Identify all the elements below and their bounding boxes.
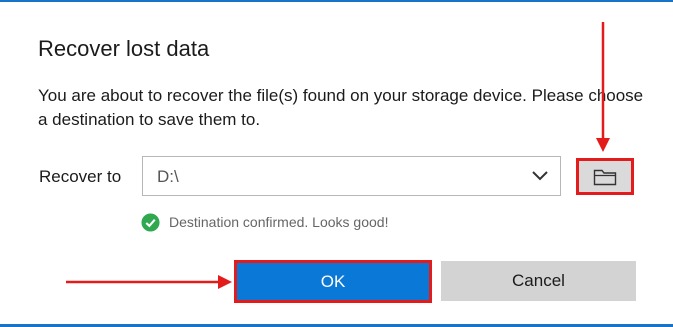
annotation-arrows — [66, 22, 610, 289]
arrow-to-browse-button — [596, 22, 610, 152]
arrow-to-ok-button — [66, 275, 232, 289]
